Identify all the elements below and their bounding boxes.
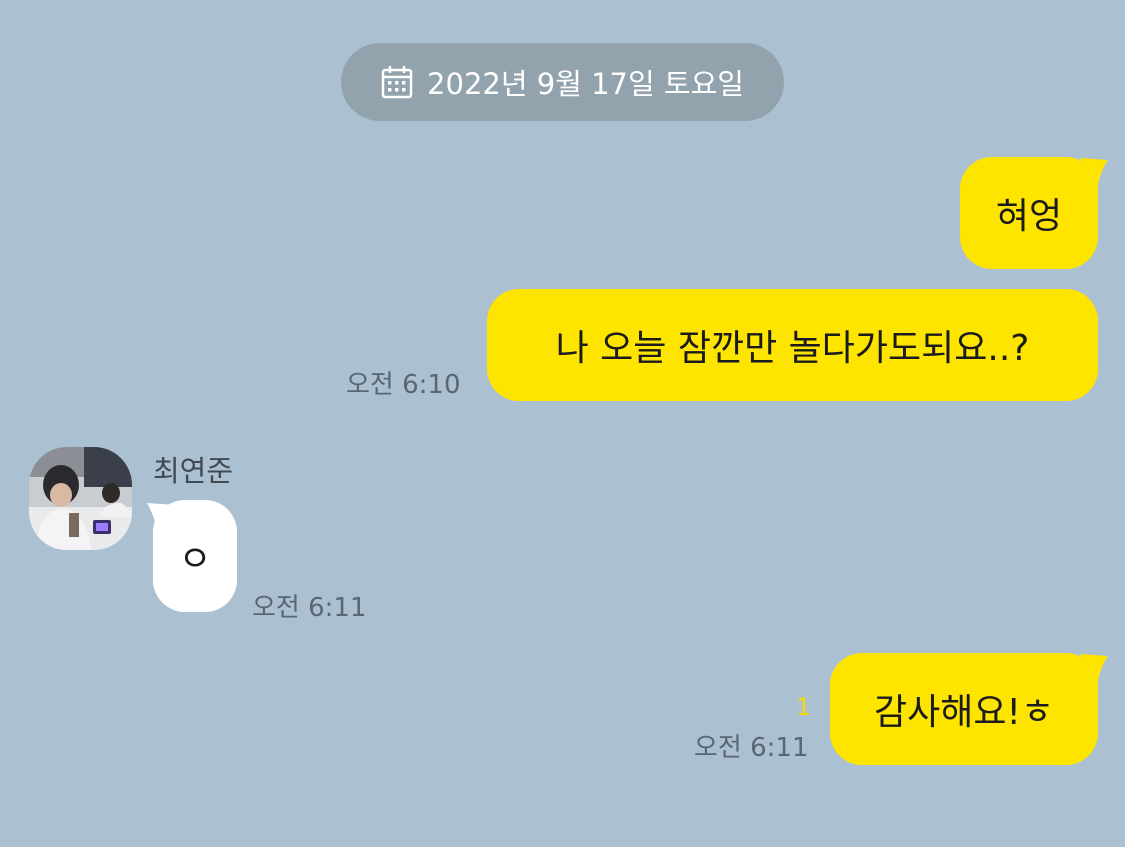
date-divider-text: 2022년 9월 17일 토요일 bbox=[427, 67, 744, 101]
date-divider: 2022년 9월 17일 토요일 bbox=[341, 43, 784, 121]
my-message-bubble[interactable]: 혀엉 bbox=[960, 157, 1098, 269]
message-time: 오전 6:11 bbox=[252, 593, 367, 623]
message-text: ㅇ bbox=[178, 539, 212, 580]
unread-count: 1 bbox=[796, 693, 812, 721]
message-text: 나 오늘 잠깐만 놀다가도되요..? bbox=[555, 328, 1030, 369]
message-time: 오전 6:11 bbox=[694, 733, 809, 763]
message-time: 오전 6:10 bbox=[346, 370, 461, 400]
message-text: 감사해요!ㅎ bbox=[873, 692, 1055, 733]
avatar[interactable] bbox=[29, 447, 132, 550]
my-message-bubble[interactable]: 감사해요!ㅎ bbox=[830, 653, 1098, 765]
message-text: 혀엉 bbox=[995, 196, 1063, 237]
calendar-icon bbox=[381, 65, 413, 99]
bubble-tail bbox=[1080, 158, 1108, 184]
bubble-tail bbox=[1080, 654, 1108, 680]
my-message-bubble[interactable]: 나 오늘 잠깐만 놀다가도되요..? bbox=[487, 289, 1098, 401]
their-message-bubble[interactable]: ㅇ bbox=[153, 500, 237, 612]
avatar-photo bbox=[29, 447, 132, 550]
sender-name: 최연준 bbox=[153, 454, 234, 488]
